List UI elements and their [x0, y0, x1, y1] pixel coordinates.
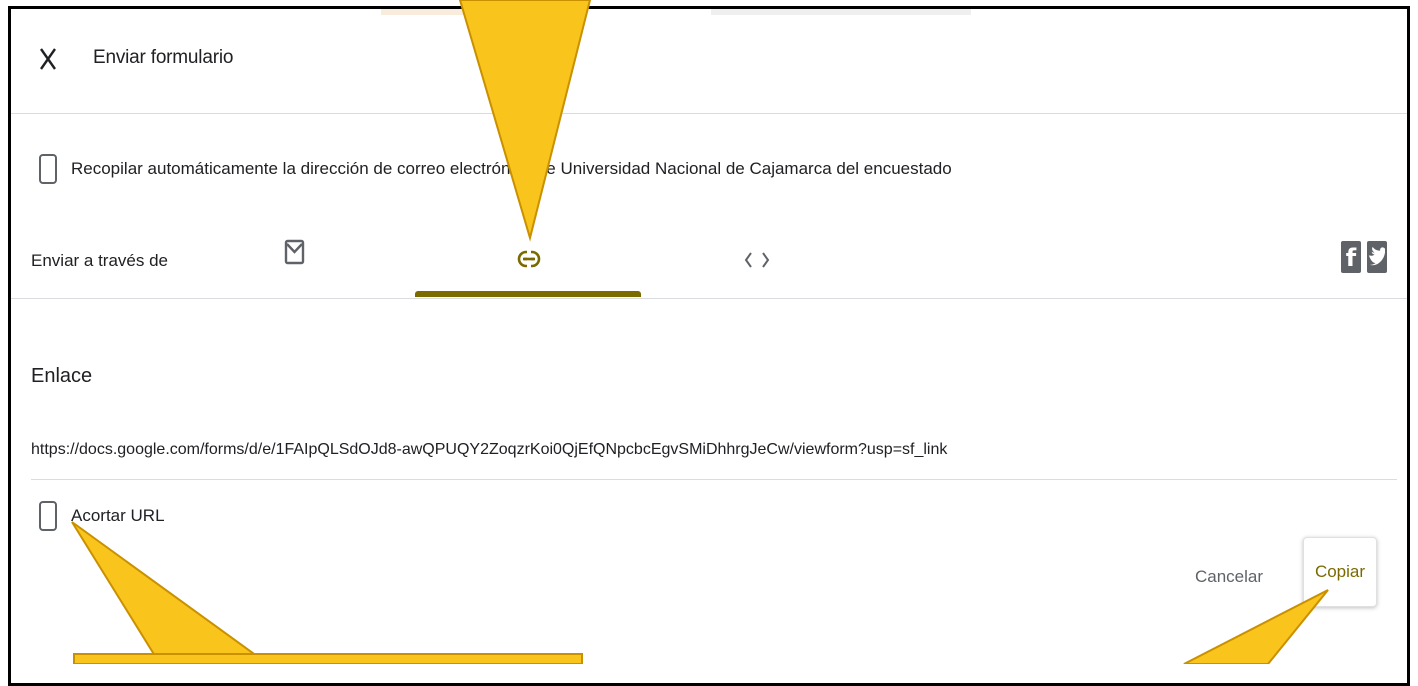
copy-button[interactable]: Copiar [1303, 537, 1377, 607]
collect-email-label: Recopilar automáticamente la dirección d… [71, 159, 952, 178]
dialog-header: Enviar formulario [11, 9, 1407, 114]
shorten-url-label: Acortar URL [71, 506, 165, 525]
link-section-heading: Enlace [31, 365, 93, 387]
shorten-url-option[interactable]: Acortar URL [39, 501, 165, 531]
tab-link[interactable] [415, 235, 641, 299]
collect-email-option[interactable]: Recopilar automáticamente la dirección d… [39, 149, 952, 189]
tab-embed[interactable] [725, 235, 791, 299]
embed-code-icon [744, 252, 770, 268]
mail-icon [284, 239, 305, 265]
form-link-field[interactable]: https://docs.google.com/forms/d/e/1FAIpQ… [31, 437, 1397, 480]
twitter-share-button[interactable] [1367, 241, 1387, 273]
collect-email-checkbox[interactable] [39, 154, 57, 184]
link-icon [517, 249, 541, 269]
shorten-url-checkbox[interactable] [39, 501, 57, 531]
facebook-icon: f [1345, 244, 1357, 272]
tabs-divider [11, 298, 1407, 299]
form-link-url: https://docs.google.com/forms/d/e/1FAIpQ… [31, 441, 948, 458]
send-form-dialog: Enviar formulario Recopilar automáticame… [8, 6, 1410, 686]
tab-email[interactable] [266, 235, 322, 299]
twitter-icon [1368, 246, 1385, 266]
close-button[interactable] [33, 39, 63, 75]
close-icon [40, 48, 56, 70]
facebook-share-button[interactable]: f [1341, 241, 1361, 273]
cancel-button[interactable]: Cancelar [1179, 549, 1279, 605]
selected-tab-indicator [415, 291, 641, 297]
dialog-title: Enviar formulario [93, 47, 234, 68]
send-via-label: Enviar a través de [31, 251, 169, 270]
